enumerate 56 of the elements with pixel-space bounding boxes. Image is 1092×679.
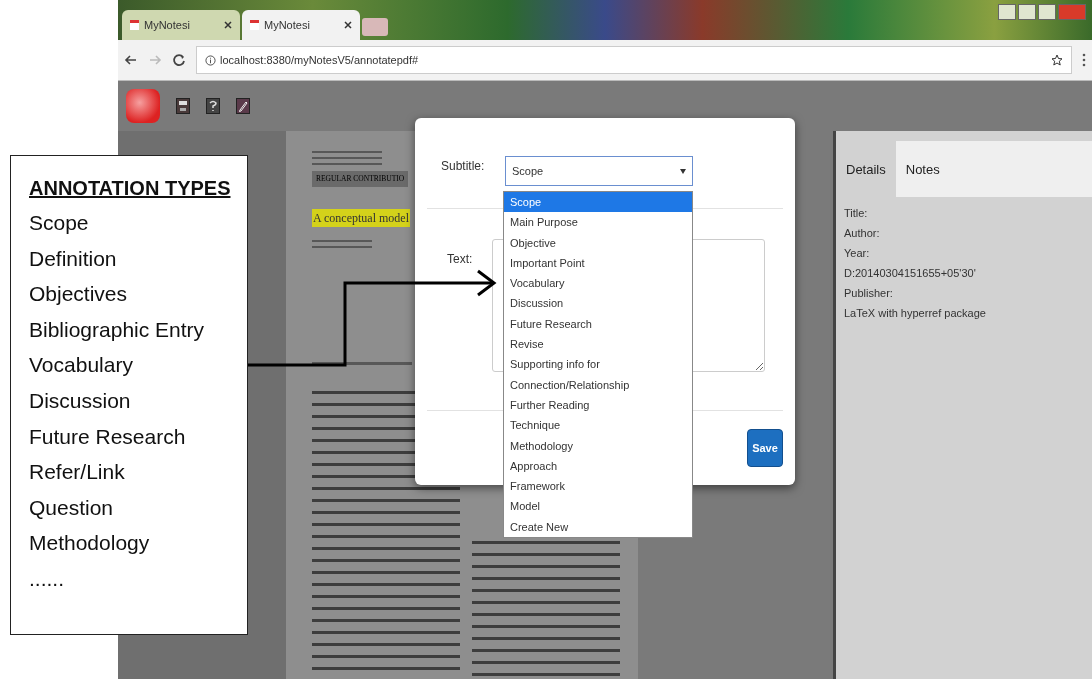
page-icon (250, 20, 259, 30)
dropdown-option[interactable]: Important Point (504, 252, 692, 274)
dropdown-option[interactable]: Technique (504, 415, 692, 436)
detail-text: D:20140304151655+05'30' (844, 266, 977, 281)
dropdown-option[interactable]: Scope (504, 192, 692, 213)
panel-tab[interactable]: Details (836, 141, 896, 197)
info-icon[interactable] (205, 54, 216, 66)
detail-text: Title: (844, 206, 869, 221)
annotation-type-text: Bibliographic Entry (29, 316, 206, 343)
menu-icon[interactable] (1082, 53, 1086, 67)
dropdown-option[interactable]: Framework (504, 476, 692, 497)
dropdown-option[interactable]: Revise (504, 334, 692, 355)
page-icon (130, 20, 139, 30)
help-icon[interactable] (206, 98, 220, 114)
star-icon[interactable] (1051, 54, 1063, 66)
annotation-type-text: Objectives (29, 281, 129, 308)
detail-text: Author: (844, 226, 881, 241)
save-button[interactable]: Save (747, 429, 783, 467)
back-icon[interactable] (124, 53, 138, 67)
annotation-type-text: Vocabulary (29, 352, 134, 379)
dropdown-option[interactable]: Future Research (504, 313, 692, 335)
dropdown-option[interactable]: Methodology (504, 435, 692, 456)
dropdown-option[interactable]: Create New (504, 516, 692, 538)
annotation-type-text: Scope (29, 210, 90, 236)
detail-text: LaTeX with hyperref package (844, 306, 987, 321)
dropdown-option[interactable]: Model (504, 496, 692, 517)
dropdown-option[interactable]: Objective (504, 232, 692, 253)
detail-text: Publisher: (844, 286, 894, 301)
dropdown-option[interactable]: Vocabulary (504, 273, 692, 294)
annotation-type-text: Question (29, 494, 115, 521)
annotation-type-text: Definition (29, 245, 118, 272)
annotation-type-text: ...... (29, 565, 65, 592)
dropdown-option[interactable]: Further Reading (504, 394, 692, 416)
logo-icon (126, 89, 160, 123)
save-icon[interactable] (176, 98, 190, 114)
caret-icon (680, 168, 686, 174)
highlighted-text: A conceptual model (312, 209, 410, 227)
annotation-type-text: Refer/Link (29, 459, 126, 486)
annotation-type-text: Methodology (29, 530, 151, 557)
address-field[interactable]: localhost:8380/myNotesV5/annotatepdf# (196, 46, 1072, 74)
dropdown-option[interactable]: Approach (504, 455, 692, 477)
reload-icon[interactable] (172, 53, 186, 67)
browser-tab[interactable]: MyNotesi (122, 10, 240, 40)
box-heading: ANNOTATION TYPES (29, 176, 232, 201)
browser-tab[interactable]: MyNotesi (242, 10, 360, 40)
pencil-icon[interactable] (236, 98, 250, 114)
subtitle-select[interactable]: Scope (505, 156, 693, 186)
field-label: Subtitle: (441, 158, 485, 174)
field-label: Text: (447, 251, 473, 267)
annotation-type-text: Discussion (29, 387, 132, 414)
dropdown-option[interactable]: Supporting info for (504, 354, 692, 375)
annotation-type-text: Future Research (29, 423, 187, 450)
dropdown-option[interactable]: Main Purpose (504, 212, 692, 233)
dropdown-option[interactable]: Discussion (504, 293, 692, 314)
detail-text: Year: (844, 246, 871, 261)
dropdown-option[interactable]: Connection/Relationship (504, 374, 692, 395)
